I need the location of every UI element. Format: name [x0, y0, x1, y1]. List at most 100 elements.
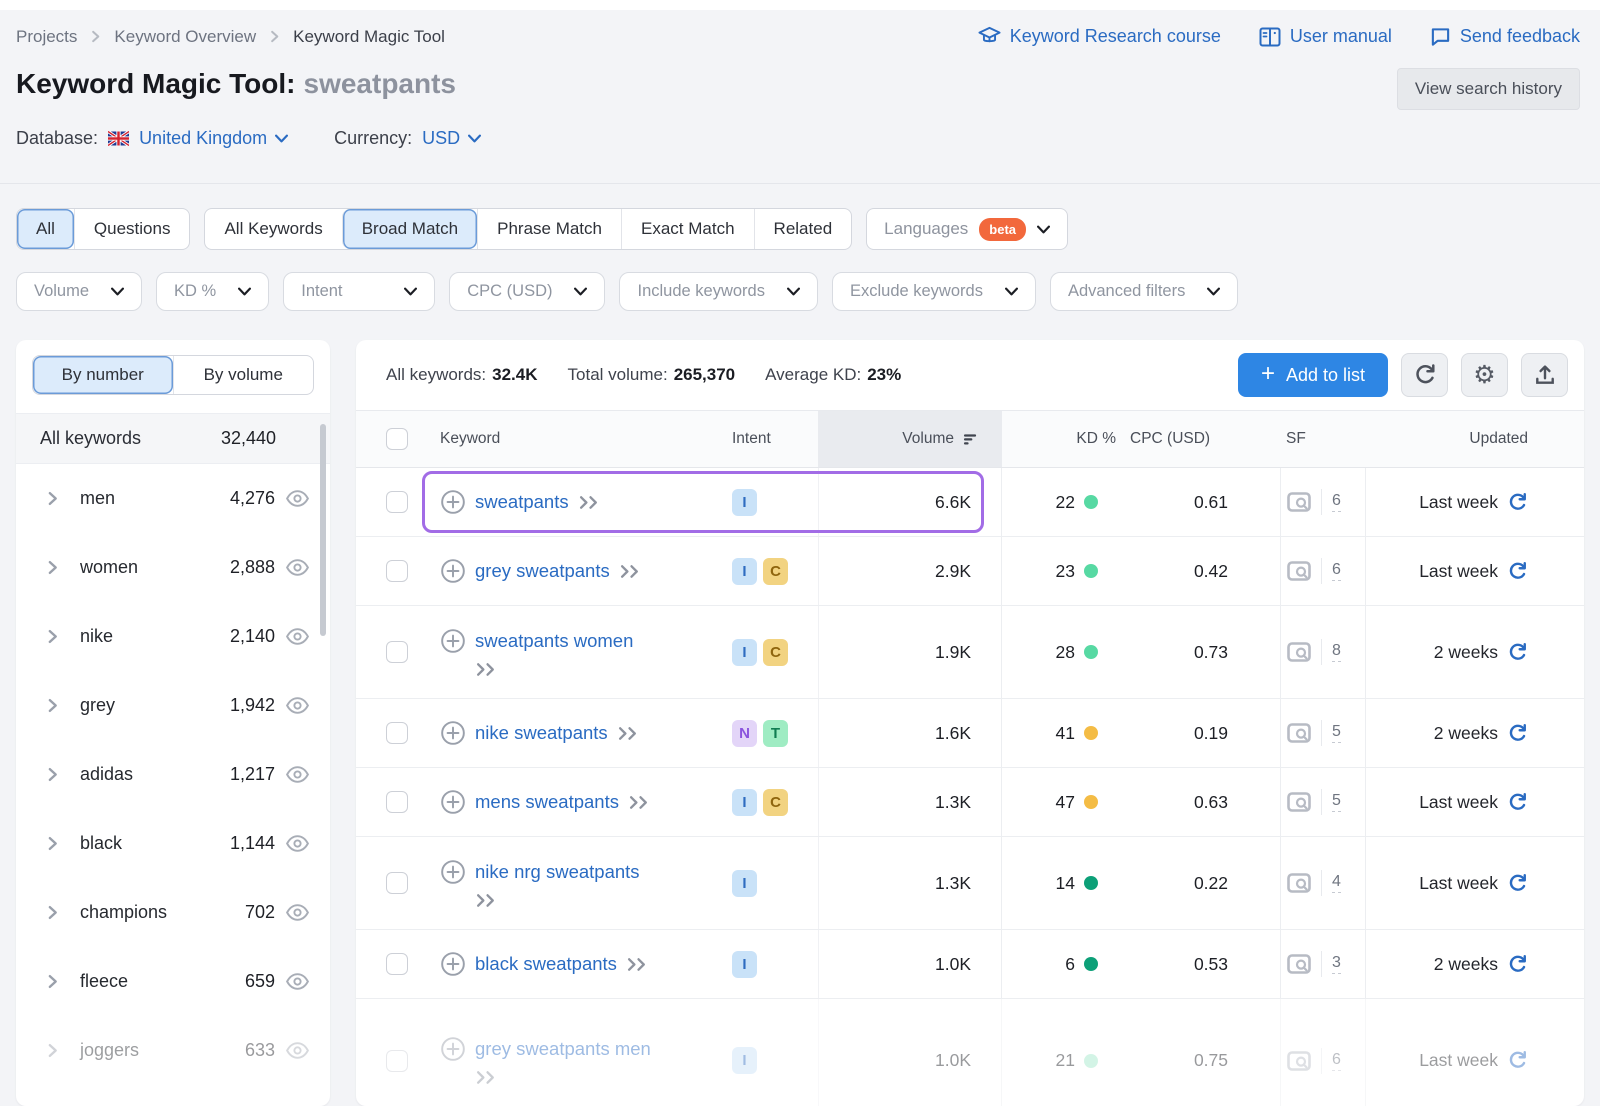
- user-manual-link[interactable]: User manual: [1259, 26, 1392, 47]
- column-header-updated[interactable]: Updated: [1366, 411, 1528, 467]
- refresh-button[interactable]: [1401, 353, 1448, 397]
- add-keyword-icon[interactable]: [440, 951, 466, 977]
- column-header-cpc[interactable]: CPC (USD): [1130, 411, 1280, 467]
- sf-count[interactable]: 8: [1332, 642, 1341, 662]
- keyword-group-black[interactable]: black1,144: [16, 809, 330, 878]
- sidebar-scrollbar[interactable]: [320, 424, 326, 636]
- row-checkbox[interactable]: [386, 722, 408, 744]
- row-checkbox[interactable]: [386, 641, 408, 663]
- filter-intent[interactable]: Intent: [283, 272, 435, 311]
- keyword-group-adidas[interactable]: adidas1,217: [16, 740, 330, 809]
- add-keyword-icon[interactable]: [440, 489, 466, 515]
- eye-icon[interactable]: [285, 628, 310, 645]
- filter-kd[interactable]: KD %: [156, 272, 269, 311]
- add-keyword-icon[interactable]: [440, 1036, 466, 1062]
- eye-icon[interactable]: [285, 973, 310, 990]
- eye-icon[interactable]: [285, 766, 310, 783]
- add-keyword-icon[interactable]: [440, 859, 466, 885]
- add-keyword-icon[interactable]: [440, 789, 466, 815]
- keyword-research-course-link[interactable]: Keyword Research course: [978, 26, 1221, 47]
- tab-phrase-match[interactable]: Phrase Match: [477, 209, 621, 249]
- tab-all-keywords[interactable]: All Keywords: [205, 209, 341, 249]
- tab-broad-match[interactable]: Broad Match: [342, 209, 477, 249]
- keyword-link[interactable]: nike sweatpants: [475, 722, 608, 744]
- expand-keyword-icon[interactable]: [617, 726, 640, 741]
- expand-keyword-icon[interactable]: [626, 957, 649, 972]
- export-button[interactable]: [1521, 353, 1568, 397]
- sf-count[interactable]: 5: [1332, 792, 1341, 812]
- refresh-metrics-icon[interactable]: [1507, 492, 1528, 513]
- serp-features-icon[interactable]: [1287, 954, 1311, 974]
- breadcrumb-item-keyword-overview[interactable]: Keyword Overview: [114, 27, 256, 47]
- tab-questions[interactable]: Questions: [74, 209, 190, 249]
- settings-button[interactable]: ⚙: [1461, 353, 1508, 397]
- sf-count[interactable]: 5: [1332, 723, 1341, 743]
- eye-icon[interactable]: [285, 490, 310, 507]
- sort-by-number-tab[interactable]: By number: [33, 356, 173, 394]
- serp-features-icon[interactable]: [1287, 723, 1311, 743]
- eye-icon[interactable]: [285, 697, 310, 714]
- keyword-group-grey[interactable]: grey1,942: [16, 671, 330, 740]
- row-checkbox[interactable]: [386, 1050, 408, 1072]
- keyword-link[interactable]: sweatpants women: [475, 630, 633, 652]
- column-header-volume[interactable]: Volume: [818, 411, 1002, 467]
- sf-count[interactable]: 3: [1332, 954, 1341, 974]
- sf-count[interactable]: 6: [1332, 561, 1341, 581]
- serp-features-icon[interactable]: [1287, 492, 1311, 512]
- send-feedback-link[interactable]: Send feedback: [1430, 26, 1580, 47]
- eye-icon[interactable]: [285, 835, 310, 852]
- eye-icon[interactable]: [285, 904, 310, 921]
- refresh-metrics-icon[interactable]: [1507, 723, 1528, 744]
- keyword-link[interactable]: grey sweatpants: [475, 560, 610, 582]
- refresh-metrics-icon[interactable]: [1507, 1050, 1528, 1071]
- row-checkbox[interactable]: [386, 560, 408, 582]
- expand-keyword-icon[interactable]: [578, 495, 601, 510]
- keyword-group-women[interactable]: women2,888: [16, 533, 330, 602]
- keyword-link[interactable]: nike nrg sweatpants: [475, 861, 640, 883]
- filter-include-keywords[interactable]: Include keywords: [619, 272, 817, 311]
- refresh-metrics-icon[interactable]: [1507, 792, 1528, 813]
- languages-dropdown[interactable]: Languages beta: [866, 208, 1068, 250]
- tab-related[interactable]: Related: [754, 209, 852, 249]
- add-keyword-icon[interactable]: [440, 628, 466, 654]
- keyword-link[interactable]: sweatpants: [475, 491, 569, 513]
- view-search-history-button[interactable]: View search history: [1397, 68, 1580, 110]
- keyword-link[interactable]: mens sweatpants: [475, 791, 619, 813]
- sf-count[interactable]: 6: [1332, 1051, 1341, 1071]
- keyword-group-joggers[interactable]: joggers633: [16, 1016, 330, 1085]
- select-all-checkbox[interactable]: [386, 428, 408, 450]
- add-keyword-icon[interactable]: [440, 720, 466, 746]
- serp-features-icon[interactable]: [1287, 642, 1311, 662]
- serp-features-icon[interactable]: [1287, 1051, 1311, 1071]
- sf-count[interactable]: 4: [1332, 873, 1341, 893]
- row-checkbox[interactable]: [386, 491, 408, 513]
- currency-select[interactable]: USD: [422, 128, 481, 149]
- breadcrumb-item-projects[interactable]: Projects: [16, 27, 77, 47]
- all-keywords-group-header[interactable]: All keywords 32,440: [16, 413, 330, 464]
- expand-keyword-icon[interactable]: [619, 564, 642, 579]
- serp-features-icon[interactable]: [1287, 561, 1311, 581]
- tab-all[interactable]: All: [17, 209, 74, 249]
- tab-exact-match[interactable]: Exact Match: [621, 209, 754, 249]
- expand-keyword-icon[interactable]: [475, 1070, 498, 1085]
- database-select[interactable]: United Kingdom: [139, 128, 288, 149]
- add-to-list-button[interactable]: +Add to list: [1238, 353, 1388, 397]
- expand-keyword-icon[interactable]: [475, 893, 498, 908]
- column-header-sf[interactable]: SF: [1280, 411, 1366, 467]
- filter-advanced-filters[interactable]: Advanced filters: [1050, 272, 1238, 311]
- column-header-intent[interactable]: Intent: [728, 411, 818, 467]
- filter-exclude-keywords[interactable]: Exclude keywords: [832, 272, 1036, 311]
- keyword-group-nike[interactable]: nike2,140: [16, 602, 330, 671]
- expand-keyword-icon[interactable]: [628, 795, 651, 810]
- refresh-metrics-icon[interactable]: [1507, 561, 1528, 582]
- serp-features-icon[interactable]: [1287, 792, 1311, 812]
- row-checkbox[interactable]: [386, 953, 408, 975]
- keyword-link[interactable]: black sweatpants: [475, 953, 617, 975]
- refresh-metrics-icon[interactable]: [1507, 873, 1528, 894]
- row-checkbox[interactable]: [386, 872, 408, 894]
- keyword-link[interactable]: grey sweatpants men: [475, 1038, 651, 1060]
- expand-keyword-icon[interactable]: [475, 662, 498, 677]
- filter-volume[interactable]: Volume: [16, 272, 142, 311]
- add-keyword-icon[interactable]: [440, 558, 466, 584]
- eye-icon[interactable]: [285, 559, 310, 576]
